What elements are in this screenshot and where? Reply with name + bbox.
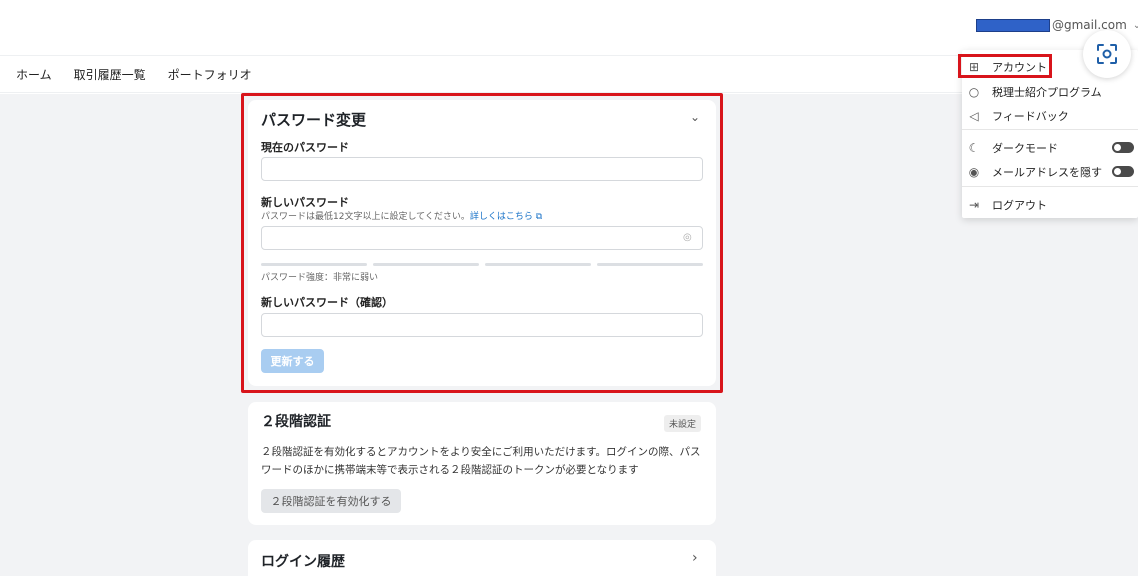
menu-item-logout[interactable]: ⇥ ログアウト — [967, 197, 1047, 213]
nav-item-transactions[interactable]: 取引履歴一覧 — [74, 66, 146, 83]
login-history-title: ログイン履歴 — [261, 554, 345, 570]
nav-item-portfolio[interactable]: ポートフォリオ — [168, 66, 252, 83]
menu-item-label: メールアドレスを隠す — [992, 166, 1102, 179]
menu-divider — [962, 186, 1138, 187]
menu-item-label: 税理士紹介プログラム — [992, 86, 1102, 99]
send-icon: ◁ — [969, 109, 979, 123]
chevron-down-icon: ⌄ — [1132, 19, 1138, 31]
moon-icon: ☾ — [968, 141, 980, 155]
hide-email-toggle[interactable] — [1112, 166, 1134, 177]
redacted-email-user — [976, 18, 1050, 32]
top-header: @gmail.com ⌄ — [0, 0, 1138, 55]
search-icon: ○ — [968, 85, 980, 99]
nav-item-home[interactable]: ホーム — [16, 66, 52, 83]
account-menu-trigger[interactable]: @gmail.com ⌄ — [976, 18, 1138, 32]
highlight-box — [958, 54, 1052, 78]
menu-item-hide-email[interactable]: ◉ メールアドレスを隠す — [967, 164, 1102, 180]
two-factor-title: ２段階認証 — [261, 414, 331, 430]
menu-item-feedback[interactable]: ◁ フィードバック — [967, 108, 1069, 124]
logout-icon: ⇥ — [968, 198, 980, 212]
menu-item-label: ログアウト — [992, 199, 1047, 212]
menu-divider — [962, 129, 1138, 130]
eye-icon: ◉ — [968, 165, 980, 179]
email-suffix: @gmail.com — [1052, 18, 1127, 32]
two-factor-description: ２段階認証を有効化するとアカウントをより安全にご利用いただけます。ログインの際、… — [261, 446, 701, 476]
menu-item-referral[interactable]: ○ 税理士紹介プログラム — [967, 84, 1102, 100]
menu-item-label: フィードバック — [992, 110, 1069, 123]
status-badge: 未設定 — [664, 415, 702, 432]
dark-mode-toggle[interactable] — [1112, 142, 1134, 153]
highlight-box — [241, 93, 723, 393]
scan-button[interactable] — [1083, 30, 1131, 78]
enable-two-factor-button[interactable]: ２段階認証を有効化する — [261, 489, 401, 513]
menu-item-dark-mode[interactable]: ☾ ダークモード — [967, 140, 1058, 156]
chevron-right-icon[interactable]: › — [692, 550, 698, 566]
scan-icon — [1097, 44, 1117, 64]
menu-item-label: ダークモード — [992, 142, 1058, 155]
